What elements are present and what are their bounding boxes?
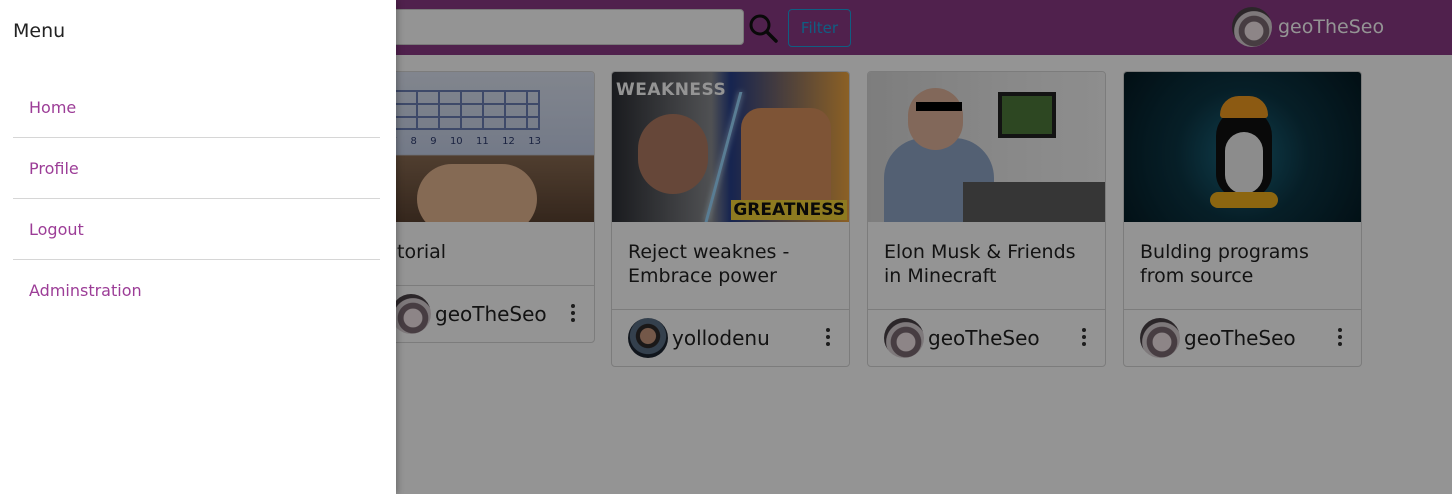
drawer-title: Menu	[13, 20, 66, 42]
drawer-item-home[interactable]: Home	[13, 77, 380, 138]
drawer-item-logout[interactable]: Logout	[13, 199, 380, 260]
drawer-item-profile[interactable]: Profile	[13, 138, 380, 199]
drawer-menu: Home Profile Logout Adminstration	[13, 77, 380, 321]
side-drawer: Menu Home Profile Logout Adminstration	[0, 0, 396, 494]
drawer-item-administration[interactable]: Adminstration	[13, 260, 380, 321]
